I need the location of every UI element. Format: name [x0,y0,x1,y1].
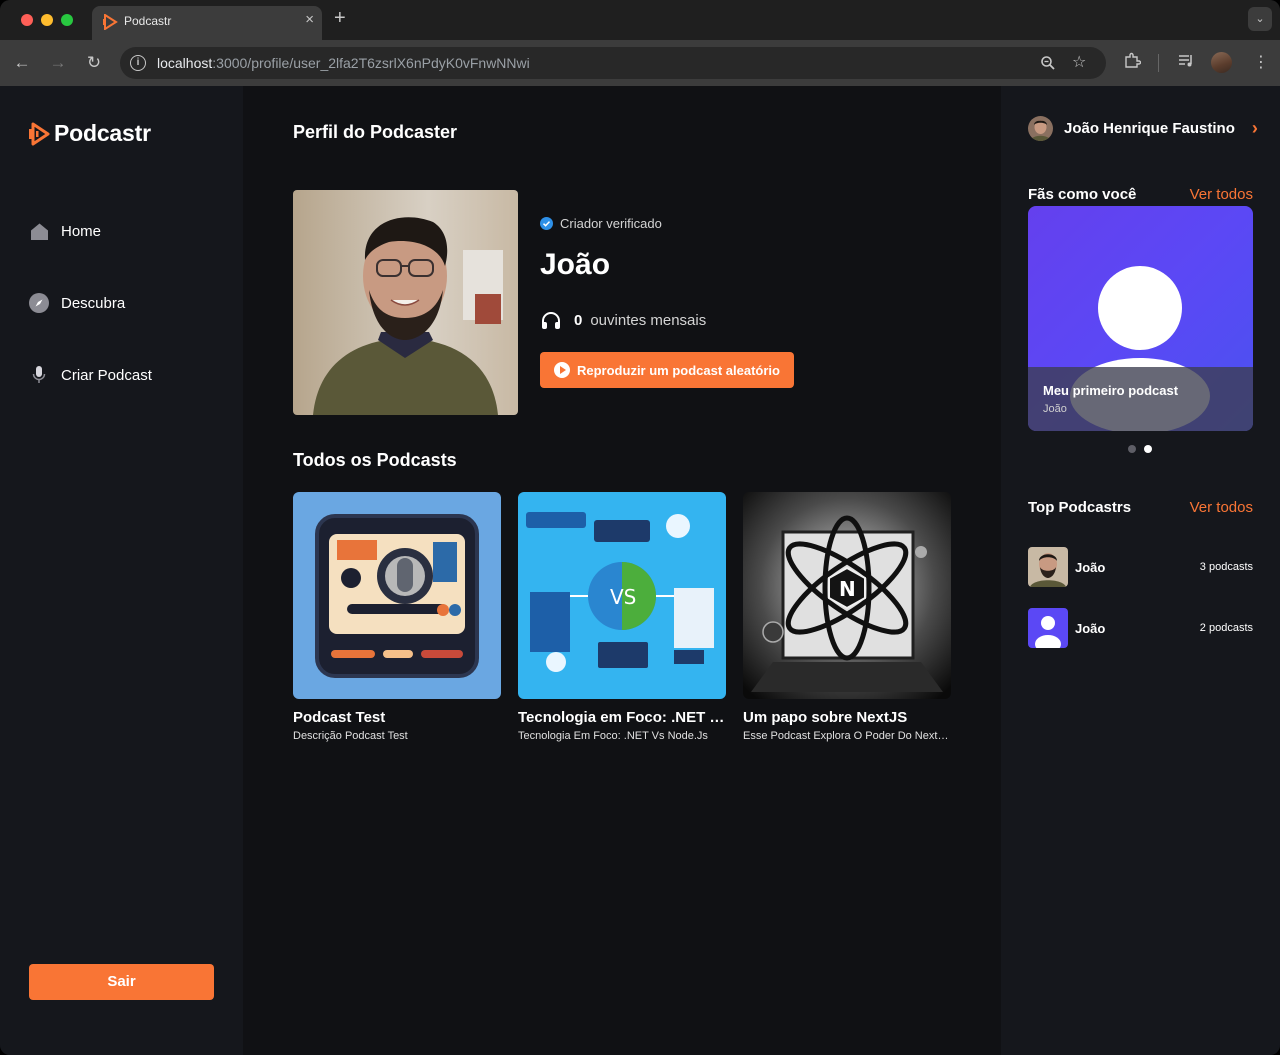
sidebar-item-label: Descubra [61,294,126,312]
toolbar-divider [1158,54,1159,72]
podcast-description: Esse Podcast Explora O Poder Do Next.Js [743,730,951,742]
bookmark-star-icon[interactable]: ☆ [1072,52,1086,72]
sidebar-item-home[interactable]: Home [29,221,101,241]
carousel-dot-active[interactable] [1144,445,1152,453]
current-user-name: João Henrique Faustino [1064,120,1235,137]
more-menu-icon[interactable]: ⋮ [1253,52,1269,72]
podcast-card[interactable]: Podcast Test Descrição Podcast Test [293,492,501,742]
compass-icon [29,293,49,313]
home-icon [29,221,49,241]
podcast-title: Podcast Test [293,709,386,726]
minimize-window-button[interactable] [41,14,53,26]
tab-search-icon[interactable]: ⌄ [1248,7,1272,31]
top-podcastr-row[interactable]: João 3 podcasts [1028,547,1253,587]
svg-text:VS: VS [610,585,636,609]
new-tab-icon[interactable]: + [334,7,346,30]
top-podcastr-count: 3 podcasts [1199,561,1253,573]
media-control-icon[interactable] [1178,52,1195,69]
podcast-card[interactable]: VS Tecnologia em Foco: .NET vs Node.js T… [518,492,726,742]
play-random-podcast-button[interactable]: Reproduzir um podcast aleatório [540,352,794,388]
top-podcastrs-header: Top Podcastrs Ver todos [1028,499,1253,516]
verified-check-icon [540,217,553,230]
browser-tab[interactable]: Podcastr × [92,6,322,40]
sidebar-item-label: Home [61,222,102,240]
carousel-title: Meu primeiro podcast [1043,383,1179,398]
listeners-label: ouvintes mensais [590,311,707,329]
sidebar-item-create-podcast[interactable]: Criar Podcast [29,365,152,385]
top-podcastr-row[interactable]: João 2 podcasts [1028,608,1253,648]
address-bar[interactable]: i localhost:3000/profile/user_2lfa2T6zsr… [120,47,1106,79]
browser-toolbar: ← → ↻ i localhost:3000/profile/user_2lfa… [0,40,1280,86]
reload-icon[interactable]: ↻ [82,51,106,75]
forward-icon[interactable]: → [46,51,70,75]
maximize-window-button[interactable] [61,14,73,26]
site-info-icon[interactable]: i [130,55,146,71]
fans-header: Fãs como você Ver todos [1028,186,1253,203]
top-see-all-link[interactable]: Ver todos [1190,499,1253,516]
podcast-description: Tecnologia Em Foco: .NET Vs Node.Js [518,730,708,742]
tab-bar: Podcastr × + ⌄ [0,0,1280,40]
play-random-label: Reproduzir um podcast aleatório [577,362,780,378]
carousel-caption: Meu primeiro podcast João [1028,367,1253,431]
page-title: Perfil do Podcaster [293,122,458,142]
tab-title: Podcastr [124,14,172,28]
carousel-author: João [1043,403,1067,415]
avatar [1028,547,1068,587]
sidebar-item-discover[interactable]: Descubra [29,293,125,313]
brand-logo[interactable]: Podcastr [28,120,151,147]
svg-text:N: N [839,577,856,601]
podcast-card[interactable]: N Um papo sobre NextJS Esse Podcast Expl… [743,492,951,742]
back-icon[interactable]: ← [10,51,34,75]
carousel-dots [1128,445,1152,453]
verified-label: Criador verificado [560,216,662,231]
podcastr-favicon-icon [103,14,118,30]
sidebar-item-label: Criar Podcast [61,366,152,384]
fans-see-all-link[interactable]: Ver todos [1190,186,1253,203]
listeners-count: 0 [574,311,583,329]
podcast-cover: VS [518,492,726,699]
podcast-cover [293,492,501,699]
top-podcastr-count: 2 podcasts [1199,622,1253,634]
fans-carousel-slide[interactable]: Meu primeiro podcast João [1028,206,1253,431]
right-sidebar: João Henrique Faustino › Fãs como você V… [1001,86,1280,1055]
podcast-description: Descrição Podcast Test [293,730,408,742]
podcast-title: Tecnologia em Foco: .NET vs Node.js [518,709,726,726]
verified-badge: Criador verificado [540,216,662,231]
profile-photo [293,190,518,415]
monthly-listeners: 0 ouvintes mensais [540,310,706,330]
top-podcastr-name: João [1075,620,1106,636]
close-window-button[interactable] [21,14,33,26]
extensions-icon[interactable] [1124,52,1141,69]
close-tab-icon[interactable]: × [305,11,314,28]
podcaster-name: João [540,248,611,281]
chevron-right-icon: › [1251,118,1258,138]
main-content: Perfil do Podcaster Criador verificado J… [243,86,1001,1055]
avatar [1028,116,1053,141]
podcast-cover: N [743,492,951,699]
play-icon [554,362,570,378]
carousel-dot[interactable] [1128,445,1136,453]
brand-name: Podcastr [54,120,151,146]
profile-avatar-icon[interactable] [1211,52,1232,73]
fans-title: Fãs como você [1028,186,1137,203]
all-podcasts-title: Todos os Podcasts [293,450,457,470]
browser-window: Podcastr × + ⌄ ← → ↻ i localhost:3000/pr… [0,0,1280,1055]
current-user-link[interactable]: João Henrique Faustino › [1028,116,1258,141]
app-root: Podcastr Home Descubra Criar Podcast Sai… [0,86,1280,1055]
left-sidebar: Podcastr Home Descubra Criar Podcast Sai… [0,86,243,1055]
url-text: localhost:3000/profile/user_2lfa2T6zsrlX… [157,55,530,71]
podcastr-logo-icon [29,122,50,145]
top-podcastrs-title: Top Podcastrs [1028,499,1132,516]
logout-button[interactable]: Sair [29,964,214,1000]
microphone-icon [29,365,49,385]
avatar [1028,608,1068,648]
zoom-icon[interactable] [1040,55,1056,71]
headphones-icon [542,312,560,329]
podcast-title: Um papo sobre NextJS [743,709,908,726]
top-podcastr-name: João [1075,559,1106,575]
